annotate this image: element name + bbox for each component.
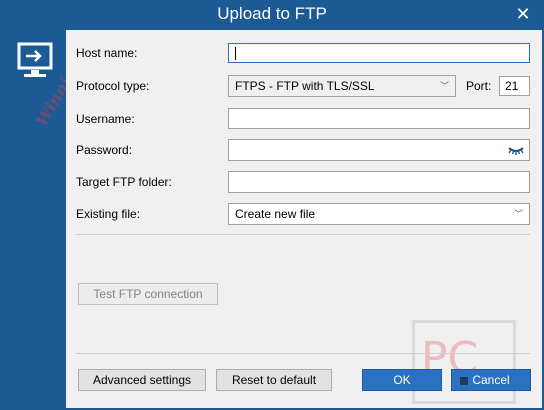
upload-monitor-icon xyxy=(17,42,53,77)
host-input[interactable] xyxy=(228,43,530,63)
folder-label: Target FTP folder: xyxy=(76,175,172,189)
password-input[interactable] xyxy=(228,139,530,161)
host-label: Host name: xyxy=(76,46,138,60)
username-input[interactable] xyxy=(228,108,530,129)
port-label: Port: xyxy=(466,79,492,93)
stop-icon xyxy=(460,377,468,385)
folder-input[interactable] xyxy=(228,171,530,193)
password-label: Password: xyxy=(76,143,133,157)
existing-file-select[interactable]: Create new file ﹀ xyxy=(228,203,530,225)
divider xyxy=(76,234,530,235)
upload-ftp-dialog: Upload to FTP ✕ WinningPC Host name: Pro… xyxy=(0,0,544,410)
eye-closed-icon[interactable] xyxy=(507,142,525,156)
folder-row: Target FTP folder: xyxy=(76,171,536,193)
host-row: Host name: xyxy=(76,42,536,64)
protocol-row: Protocol type: FTPS - FTP with TLS/SSL ﹀… xyxy=(76,75,536,97)
reset-to-default-button[interactable]: Reset to default xyxy=(216,369,332,391)
title-bar[interactable]: Upload to FTP xyxy=(0,0,544,30)
ok-button[interactable]: OK xyxy=(362,369,442,391)
dialog-content: Host name: Protocol type: FTPS - FTP wit… xyxy=(66,30,542,408)
chevron-down-icon: ﹀ xyxy=(439,81,449,91)
text-caret xyxy=(235,47,236,60)
existing-file-label: Existing file: xyxy=(76,207,141,221)
port-input[interactable]: 21 xyxy=(499,76,530,96)
protocol-select[interactable]: FTPS - FTP with TLS/SSL ﹀ xyxy=(228,75,456,97)
advanced-settings-button[interactable]: Advanced settings xyxy=(78,369,206,391)
username-row: Username: xyxy=(76,108,536,130)
test-ftp-connection-button[interactable]: Test FTP connection xyxy=(78,283,218,305)
password-row: Password: xyxy=(76,139,536,161)
existing-file-row: Existing file: Create new file ﹀ xyxy=(76,203,536,225)
chevron-down-icon: ﹀ xyxy=(513,209,523,219)
left-panel: WinningPC xyxy=(0,30,99,408)
username-label: Username: xyxy=(76,112,135,126)
divider xyxy=(76,353,530,354)
protocol-label: Protocol type: xyxy=(76,79,150,93)
close-icon[interactable]: ✕ xyxy=(512,0,534,28)
cancel-button[interactable]: Cancel xyxy=(451,369,531,391)
window-title: Upload to FTP xyxy=(217,4,327,23)
pc-watermark: PC xyxy=(412,320,516,404)
